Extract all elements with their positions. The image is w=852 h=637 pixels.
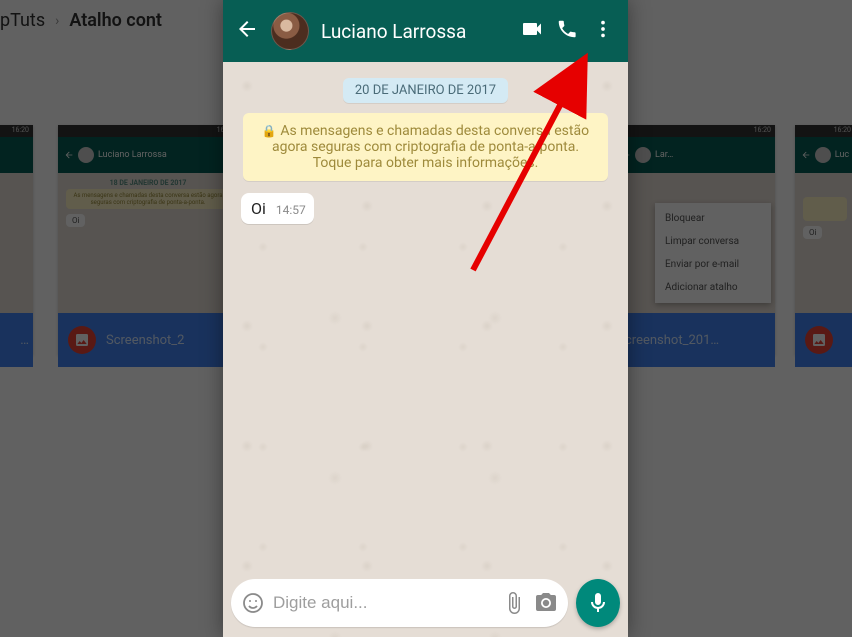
message-text: Oi [251,199,266,218]
attachment-icon [502,591,526,615]
emoji-icon [241,591,265,615]
video-icon [520,17,544,41]
phone-icon [556,18,578,40]
input-bar [231,579,620,627]
message-input[interactable] [273,593,494,613]
message-input-container [231,579,568,627]
lock-icon: 🔒 [262,124,277,138]
contact-name[interactable]: Luciano Larrossa [321,20,508,43]
voice-call-button[interactable] [556,18,580,44]
encryption-notice[interactable]: 🔒 As mensagens e chamadas desta conversa… [243,113,608,181]
voice-message-button[interactable] [576,579,620,627]
video-call-button[interactable] [520,17,544,45]
arrow-back-icon [235,17,259,41]
message-time: 14:57 [276,203,306,218]
camera-icon [534,591,558,615]
attach-button[interactable] [502,591,526,615]
encryption-text: As mensagens e chamadas desta conversa e… [272,123,589,171]
chat-header: Luciano Larrossa [223,0,628,62]
date-chip: 20 DE JANEIRO DE 2017 [343,78,508,103]
message-incoming[interactable]: Oi 14:57 [241,193,314,224]
more-options-button[interactable] [592,18,616,44]
more-vert-icon [592,18,614,40]
mic-icon [586,591,610,615]
back-button[interactable] [235,17,259,45]
chat-body[interactable]: 20 DE JANEIRO DE 2017 🔒 As mensagens e c… [223,62,628,637]
emoji-button[interactable] [241,591,265,615]
whatsapp-chat-screen: Luciano Larrossa 20 DE JANEIRO DE 2017 🔒… [223,0,628,637]
camera-button[interactable] [534,591,558,615]
contact-avatar[interactable] [271,12,309,50]
